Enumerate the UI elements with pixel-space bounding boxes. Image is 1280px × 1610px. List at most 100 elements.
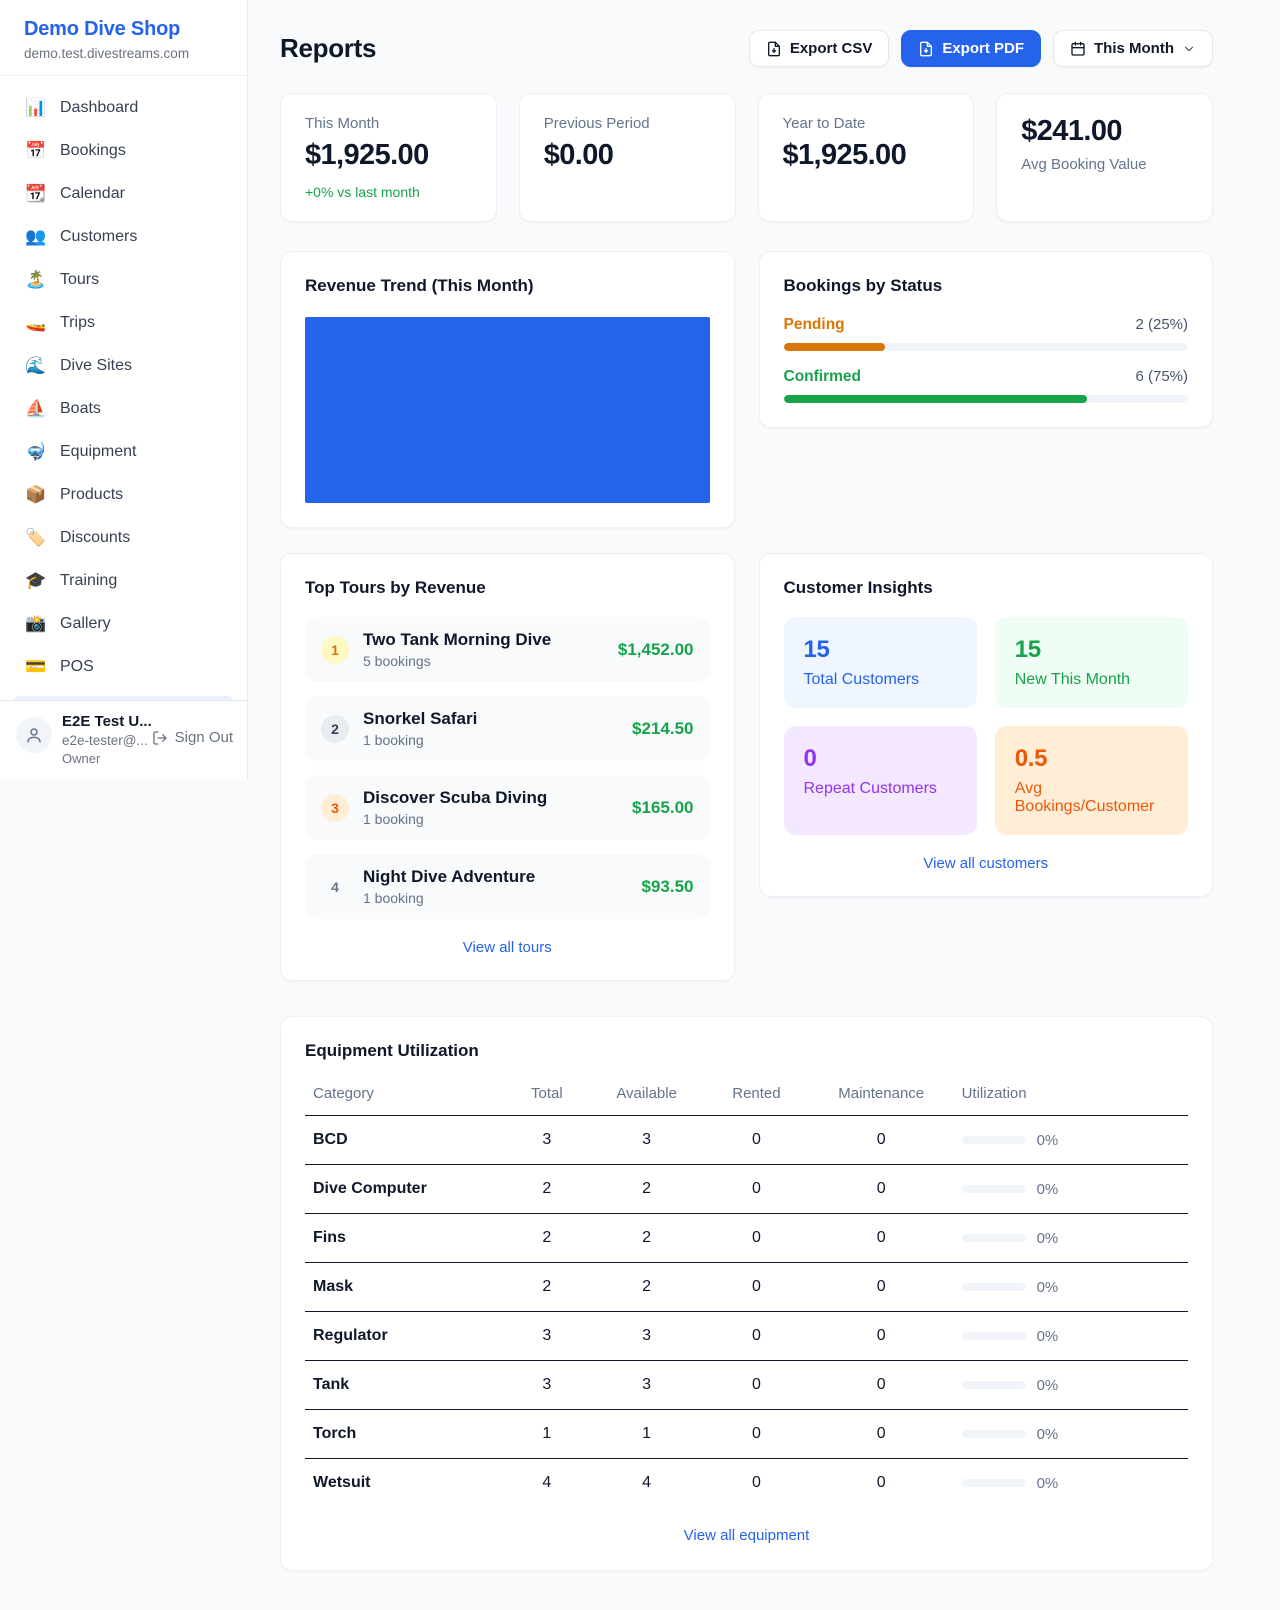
user-name: E2E Test U... [62,713,142,730]
sidebar-item-trips[interactable]: 🚤 Trips [12,305,235,341]
sidebar-item-calendar[interactable]: 📆Calendar [12,176,235,212]
table-header-row: Category Total Available Rented Maintena… [305,1075,1188,1116]
utilization-bar [962,1234,1026,1242]
view-all-tours-link[interactable]: View all tours [305,939,710,956]
tile-label: Repeat Customers [804,780,957,798]
category-cell: Regulator [305,1312,504,1361]
status-count: 6 (75%) [1135,368,1188,385]
trips-boat-icon: 🚤 [24,313,48,333]
main-content: Reports Export CSV Export PDF This Month… [248,0,1280,1604]
column-header: Available [589,1075,704,1116]
tour-amount: $93.50 [642,877,694,897]
table-row: Fins 2 2 0 0 0% [305,1214,1188,1263]
header-actions: Export CSV Export PDF This Month [749,30,1213,67]
utilization-cell: 0% [954,1312,1188,1361]
sidebar-item-label: POS [60,658,94,676]
tile-value: 15 [1015,636,1168,664]
utilization-bar [962,1381,1026,1389]
maintenance-cell: 0 [809,1165,954,1214]
sidebar: Demo Dive Shop demo.test.divestreams.com… [0,0,248,780]
page-header: Reports Export CSV Export PDF This Month [280,30,1213,67]
tile-label: Total Customers [804,671,957,689]
package-icon: 📦 [24,485,48,505]
sidebar-item-discounts[interactable]: 🏷️Discounts [12,520,235,556]
maintenance-cell: 0 [809,1410,954,1459]
chevron-down-icon [1182,42,1196,56]
utilization-cell: 0% [954,1214,1188,1263]
export-csv-button[interactable]: Export CSV [749,30,890,67]
sidebar-item-tours[interactable]: 🏝️Tours [12,262,235,298]
total-cell: 2 [504,1165,589,1214]
rented-cell: 0 [704,1410,809,1459]
maintenance-cell: 0 [809,1361,954,1410]
maintenance-cell: 0 [809,1214,954,1263]
brand: Demo Dive Shop demo.test.divestreams.com [0,0,247,76]
tile-value: 0.5 [1015,745,1168,773]
stat-card-this-month: This Month $1,925.00 +0% vs last month [280,93,497,222]
top-tours-card: Top Tours by Revenue 1 Two Tank Morning … [280,553,735,981]
sign-out-button[interactable]: Sign Out [152,729,233,746]
user-email: e2e-tester@... [62,733,142,748]
utilization-bar [962,1332,1026,1340]
bookings-by-status-card: Bookings by Status Pending 2 (25%) Confi… [759,251,1214,428]
stats-row: This Month $1,925.00 +0% vs last month P… [280,93,1213,222]
view-all-customers-link[interactable]: View all customers [784,855,1189,872]
sidebar-item-equipment[interactable]: 🤿Equipment [12,434,235,470]
status-row-confirmed: Confirmed 6 (75%) [784,368,1189,403]
sidebar-item-boats[interactable]: ⛵Boats [12,391,235,427]
utilization-percent: 0% [1037,1377,1059,1394]
sign-out-label: Sign Out [175,729,233,746]
bookings-calendar-icon: 📅 [24,141,48,161]
total-cell: 3 [504,1116,589,1165]
tile-value: 15 [804,636,957,664]
utilization-percent: 0% [1037,1279,1059,1296]
sidebar-item-label: Trips [60,314,95,332]
calendar-icon [1070,41,1086,57]
list-item: 1 Two Tank Morning Dive5 bookings $1,452… [305,617,710,682]
status-progress-track [784,343,1189,351]
list-item: 4 Night Dive Adventure1 booking $93.50 [305,854,710,919]
table-row: Regulator 3 3 0 0 0% [305,1312,1188,1361]
rank-badge: 2 [321,715,349,743]
sailboat-icon: ⛵ [24,399,48,419]
tour-amount: $1,452.00 [618,640,694,660]
stat-value: $1,925.00 [783,139,950,172]
table-row: Wetsuit 4 4 0 0 0% [305,1459,1188,1508]
customer-insights-card: Customer Insights 15 Total Customers 15 … [759,553,1214,897]
sidebar-item-customers[interactable]: 👥Customers [12,219,235,255]
rank-badge: 3 [321,794,349,822]
sidebar-item-training[interactable]: 🎓Training [12,563,235,599]
sidebar-item-bookings[interactable]: 📅Bookings [12,133,235,169]
user-role: Owner [62,751,142,766]
period-dropdown[interactable]: This Month [1053,30,1213,67]
camera-icon: 📸 [24,614,48,634]
revenue-trend-card: Revenue Trend (This Month) [280,251,735,528]
sidebar-item-label: Training [60,572,117,590]
sidebar-item-pos[interactable]: 💳 POS [12,649,235,685]
total-cell: 3 [504,1361,589,1410]
available-cell: 3 [589,1361,704,1410]
export-pdf-button[interactable]: Export PDF [901,30,1041,67]
credit-card-icon: 💳 [24,657,48,677]
table-row: BCD 3 3 0 0 0% [305,1116,1188,1165]
maintenance-cell: 0 [809,1459,954,1508]
sidebar-item-label: Tours [60,271,99,289]
maintenance-cell: 0 [809,1116,954,1165]
sidebar-item-label: Dashboard [60,99,138,117]
revenue-trend-chart [305,317,710,503]
brand-name[interactable]: Demo Dive Shop [24,18,223,41]
tile-value: 0 [804,745,957,773]
sidebar-item-dive-sites[interactable]: 🌊Dive Sites [12,348,235,384]
file-download-icon [918,41,934,57]
sidebar-item-products[interactable]: 📦Products [12,477,235,513]
sidebar-item-label: Calendar [60,185,125,203]
category-cell: Tank [305,1361,504,1410]
sidebar-item-gallery[interactable]: 📸Gallery [12,606,235,642]
tour-amount: $165.00 [632,798,693,818]
stat-value: $0.00 [544,139,711,172]
sidebar-item-dashboard[interactable]: 📊Dashboard [12,90,235,126]
sidebar-item-label: Discounts [60,529,130,547]
view-all-equipment-link[interactable]: View all equipment [305,1527,1188,1544]
tour-name: Two Tank Morning Dive [363,630,551,650]
stat-label: Previous Period [544,115,711,132]
